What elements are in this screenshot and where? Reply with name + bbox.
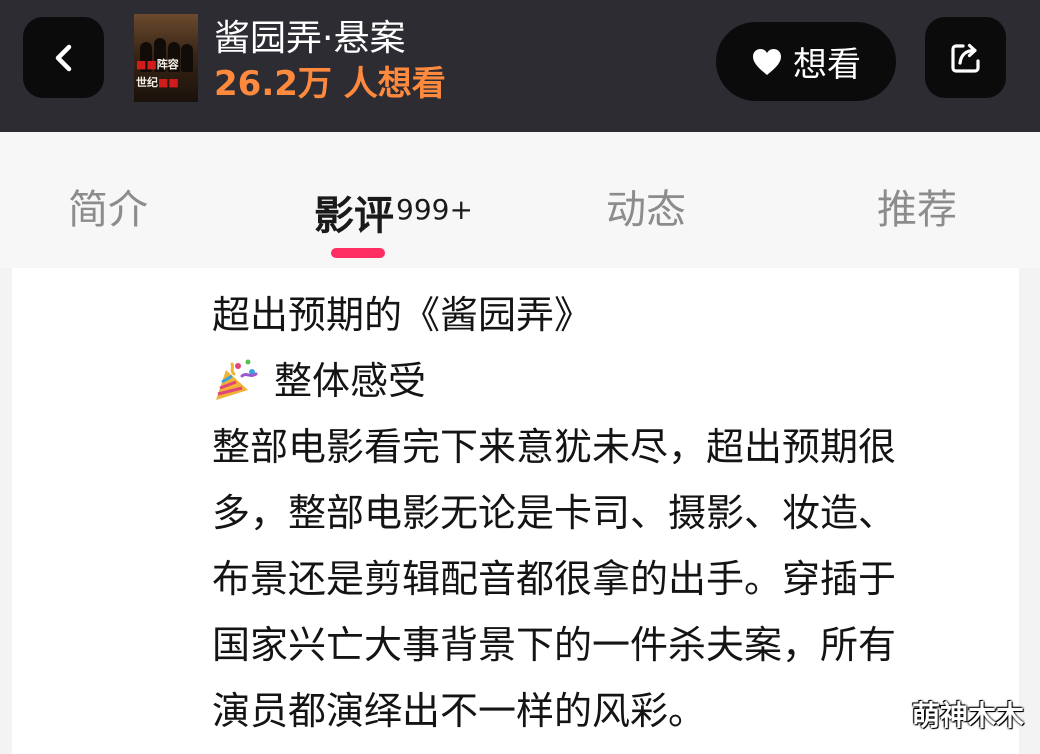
review-title: 超出预期的《酱园弄》	[212, 293, 593, 337]
movie-poster[interactable]: ■■阵容 世纪■■	[134, 14, 198, 102]
tab-label: 简介	[68, 187, 148, 233]
active-tab-indicator	[331, 248, 385, 258]
tab-intro[interactable]: 简介	[68, 184, 148, 236]
want-count: 26.2万 人想看	[214, 64, 446, 104]
want-button-label: 想看	[793, 45, 861, 85]
review-body-line: 布景还是剪辑配音都很拿的出手。穿插于	[212, 557, 897, 601]
review-count-badge: 999+	[396, 193, 473, 226]
back-button[interactable]	[23, 17, 104, 98]
movie-title: 酱园弄·悬案	[214, 18, 406, 59]
heart-icon	[753, 48, 781, 75]
poster-text-bottom: 世纪	[136, 76, 158, 89]
review-body-line: 多，整部电影无论是卡司、摄影、妆造、	[212, 491, 897, 535]
review-body-line: 整部电影看完下来意犹未尽，超出预期很	[212, 425, 897, 469]
tab-label: 动态	[606, 187, 686, 233]
tab-reviews[interactable]: 影评999+	[314, 184, 473, 242]
chevron-left-icon	[55, 44, 71, 71]
movie-header: ■■阵容 世纪■■ 酱园弄·悬案 26.2万 人想看 想看	[0, 0, 1040, 132]
share-button[interactable]	[925, 17, 1006, 98]
watermark: 萌神木木	[911, 699, 1024, 732]
poster-text-top: 阵容	[156, 58, 179, 71]
want-to-watch-button[interactable]: 想看	[716, 22, 896, 101]
tab-updates[interactable]: 动态	[606, 184, 686, 236]
section-heading-text: 整体感受	[274, 359, 427, 403]
review-content: 超出预期的《酱园弄》 整体感受 整部电影看完下来意犹未尽，超出预期很 多，整部电…	[0, 268, 1040, 754]
review-body-line: 演员都演绎出不一样的风彩。	[212, 689, 707, 733]
party-popper-icon	[216, 359, 258, 400]
tab-bar: 简介 影评999+ 动态 推荐	[0, 132, 1040, 268]
review-card[interactable]: 超出预期的《酱园弄》 整体感受 整部电影看完下来意犹未尽，超出预期很 多，整部电…	[12, 268, 1019, 754]
share-icon	[950, 43, 980, 73]
tab-label: 推荐	[877, 187, 957, 233]
section-heading: 整体感受	[212, 356, 426, 406]
review-body-line: 国家兴亡大事背景下的一件杀夫案，所有	[212, 623, 897, 667]
tab-label: 影评	[314, 193, 394, 239]
tab-recommend[interactable]: 推荐	[877, 184, 957, 236]
